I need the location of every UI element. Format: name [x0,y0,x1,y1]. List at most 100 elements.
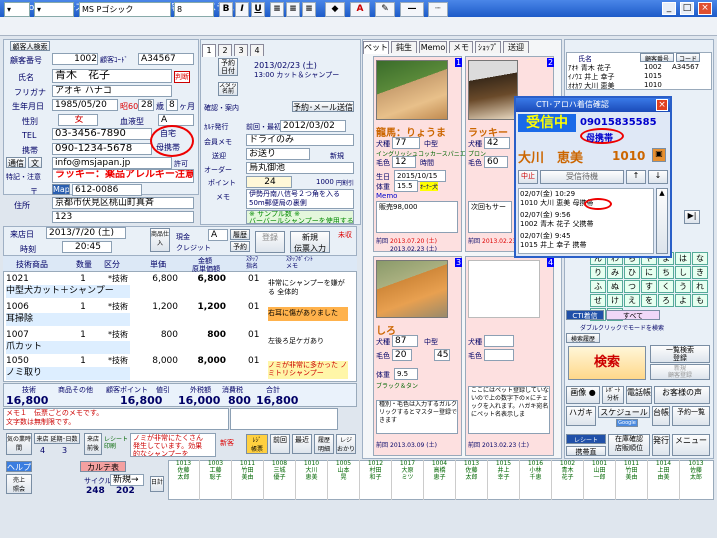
pen-icon[interactable]: ✎ [375,2,395,17]
tab-2[interactable]: 2 [218,44,232,56]
ledger-button[interactable]: 台帳 [652,406,670,426]
list-item[interactable]: 1003 工藤 聡子 [200,460,232,500]
google-button[interactable]: Google [616,419,638,427]
tab-pickup[interactable]: 送迎 [503,41,529,53]
kana-key[interactable]: え [624,294,640,307]
table-row[interactable]: 1050 1 *技術 8,000 8,000 01 ノミ取り ノミが非常に多かっ… [4,355,356,380]
latest-button[interactable]: 最近 [292,434,312,454]
pet-memo[interactable]: ここにはペット登録していないので上の数字下の×にチェックを入れます。ハガキ宛名に… [468,386,550,434]
pet-memo[interactable]: 販売98,000 [376,201,458,233]
name-field[interactable]: 青木 花子 [52,69,172,83]
kana-key[interactable]: れ [692,280,708,293]
history-button[interactable]: 履歴 [230,229,250,240]
reserve-button[interactable]: 予約 [230,241,250,252]
fill-color-icon[interactable]: ◆ [325,2,345,17]
staff-button[interactable]: スタッフ 名前 [218,82,238,96]
tab-memo[interactable]: メモ [449,41,473,53]
table-row[interactable]: 1007 1 *技術 800 800 01 爪カット 左後ろ足ケガあり [4,329,356,354]
cti-down-button[interactable]: ↓ [648,170,668,184]
schedule-button[interactable]: スケジュール [598,406,650,418]
table-row[interactable]: 1006 1 *技術 1,200 1,200 01 耳掃除 右耳に傷がありました [4,301,356,326]
list-item[interactable]: 1015 井上 幸子 [488,460,520,500]
color-field[interactable] [484,349,514,361]
pet-memo[interactable]: 種別・毛色は入力するガルクリックするとマスター登録できます [376,400,458,434]
help-button[interactable]: ヘルプ [6,461,32,472]
search-history-button[interactable]: 検索履歴 [566,333,600,343]
pet-memo[interactable]: 次回もサー [468,201,512,233]
tab-4[interactable]: 4 [250,44,264,56]
reminder-note[interactable]: ノミが非常にたくさん 発生しています。効果 的なシャンプーを [130,433,216,457]
list-item[interactable]: 1017 大原 ミツ [392,460,424,500]
kana-key[interactable]: に [641,266,657,279]
kana-key[interactable]: も [692,294,708,307]
tab-3[interactable]: 3 [234,44,248,56]
list-item[interactable]: 1013 佐藤 太郎 [168,460,200,500]
issue-button[interactable]: 発行 [652,434,670,456]
send-field[interactable]: お送り [246,148,310,160]
breed-field[interactable] [484,335,514,347]
reg-button[interactable]: レジ おかり [336,434,356,454]
font-select[interactable]: MS Pゴシック [79,2,171,17]
sample-field[interactable]: ※ サンプル数 ※ バーバールシャンプーを使用する [246,210,354,224]
order-field[interactable]: 烏丸御池 [246,162,354,174]
tab-birth[interactable]: 鈍生 [391,41,417,53]
cti-stop-button[interactable]: 中止 [518,170,538,184]
cycle-field[interactable]: 新規→ [110,474,144,486]
list-item[interactable]: 02/07(金) 9:45 1015 井上 幸子 携帯 [520,232,654,252]
italic-button[interactable]: I [235,2,249,17]
minimize-button[interactable]: _ [662,2,676,15]
prev-button[interactable]: 前回 [270,434,290,454]
kana-key[interactable]: つ [624,280,640,293]
list-search-button[interactable]: 一覧検索 登録 [650,345,710,363]
blood-select[interactable]: A [158,114,194,126]
cti-wait-button[interactable]: 受信待機 [540,170,624,184]
color-field[interactable]: 12 [392,156,416,168]
image-button[interactable]: 画像 ● [566,386,600,404]
rec-field[interactable]: ドライのみ [246,134,354,146]
customer-code-field[interactable]: A34567 [138,53,194,65]
kana-key[interactable]: み [607,266,623,279]
visit-days-button[interactable]: 来店 延期･日数 [34,433,80,444]
maximize-button[interactable]: □ [680,2,694,15]
date-field[interactable]: 2013/7/20 (土) [46,227,126,239]
align-left-icon[interactable]: ≡ [270,2,284,17]
list-header-code[interactable]: コード [676,53,700,62]
kana-key[interactable]: く [658,280,674,293]
weight-field[interactable]: 9.5 [394,368,418,380]
kana-key[interactable]: ち [658,266,674,279]
receipt-button[interactable]: レシート [566,434,606,444]
slip-memo2[interactable] [230,408,338,430]
font-color-icon[interactable]: A [350,2,370,17]
list-item[interactable]: 1005 山本晃 [328,460,360,500]
customer-voice-button[interactable]: お客様の声 [654,386,710,404]
kana-key[interactable]: り [590,266,606,279]
map-button[interactable]: Map [52,184,70,195]
list-item[interactable]: 1012 村田 和子 [360,460,392,500]
list-item[interactable]: 1010 大川 恵美 [296,460,328,500]
list-item[interactable]: 02/07(金) 9:56 1002 青木 花子 父携帯 [520,211,654,231]
breed-field[interactable]: 42 [484,137,510,149]
contact-button[interactable]: 携帯直 [566,446,606,456]
row-memo[interactable]: ノミが非常に多かった ノミトリシャンプー [268,361,348,379]
mobile-field[interactable]: 090-1234-5678 [52,143,152,155]
fire-button[interactable]: 気の業時間 [6,433,32,455]
reserve-date-button[interactable]: 予約 日付 [218,58,238,76]
align-center-icon[interactable]: ≡ [286,2,300,17]
all-button[interactable]: すべて [606,310,660,320]
comm-button[interactable]: 通信 [6,157,26,168]
align-select[interactable]: ▾ [34,2,74,17]
color-field[interactable]: 60 [484,156,508,168]
tab-shop[interactable]: ｼｮｯﾌﾟ [475,41,501,53]
next-page-icon[interactable]: ▶| [684,210,700,224]
gender-select[interactable]: 女 [58,114,98,126]
weight-field[interactable]: 15.5 [394,180,418,192]
kana-key[interactable]: す [641,280,657,293]
kana-key[interactable]: き [692,266,708,279]
list-item[interactable]: 1013 佐藤 太郎 [456,460,488,500]
style-select[interactable]: ▾ [4,2,30,17]
search-button[interactable]: 検索 [568,346,646,380]
tab-memo-en[interactable]: Memo [419,41,447,53]
list-item[interactable]: 1014 上田 由美 [648,460,680,500]
list-item[interactable]: 1011 竹田 美由 [232,460,264,500]
color-field[interactable]: 20 [392,349,412,361]
